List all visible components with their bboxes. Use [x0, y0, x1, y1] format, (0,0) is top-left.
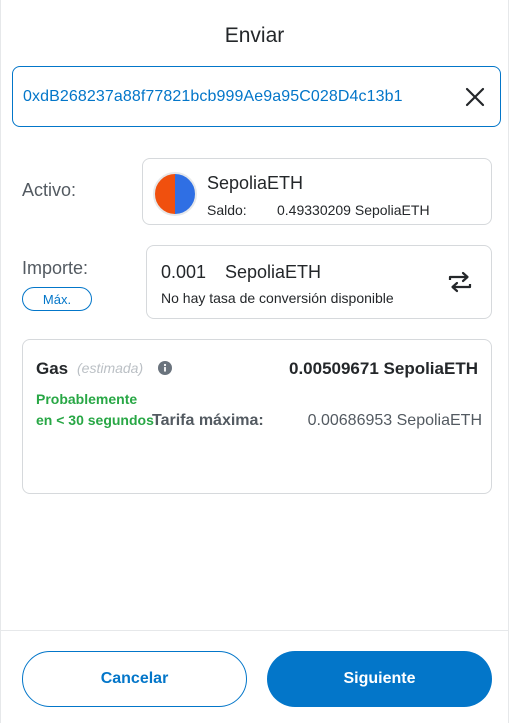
amount-unit: SepoliaETH: [225, 262, 322, 282]
asset-selector[interactable]: SepoliaETH Saldo: 0.49330209 SepoliaETH: [142, 158, 492, 225]
balance-label: Saldo:: [207, 202, 247, 218]
asset-name: SepoliaETH: [207, 173, 304, 193]
balance-value: 0.49330209 SepoliaETH: [277, 202, 430, 218]
footer-divider: [0, 630, 509, 631]
max-fee-label: Tarifa máxima:: [152, 412, 264, 429]
cancel-button[interactable]: Cancelar: [22, 651, 247, 707]
page-title: Enviar: [224, 24, 285, 47]
gas-value: 0.00509671 SepoliaETH: [288, 359, 478, 378]
swap-arrows-icon[interactable]: [447, 270, 473, 294]
gas-time-estimate: Probablemente en < 30 segundos: [36, 391, 154, 428]
gas-label: Gas: [36, 359, 69, 378]
amount-label: Importe:: [22, 258, 89, 278]
recipient-address[interactable]: 0xdB268237a88f77821bcb999Ae9a95C028D4c13…: [23, 88, 403, 106]
info-icon[interactable]: [158, 361, 172, 375]
max-button[interactable]: Máx.: [22, 287, 92, 311]
amount-input-box[interactable]: 0.001 SepoliaETH No hay tasa de conversi…: [146, 245, 492, 319]
max-fee-value: 0.00686953 SepoliaETH: [307, 412, 482, 429]
close-icon[interactable]: [462, 84, 488, 110]
gas-fee-panel: Gas (estimada) 0.00509671 SepoliaETH Pro…: [22, 339, 492, 494]
amount-value[interactable]: 0.001: [161, 262, 206, 283]
recipient-address-field[interactable]: 0xdB268237a88f77821bcb999Ae9a95C028D4c13…: [12, 66, 501, 127]
next-button[interactable]: Siguiente: [267, 651, 492, 707]
gas-estimated-label: (estimada): [77, 360, 144, 376]
conversion-rate-text: No hay tasa de conversión disponible: [161, 290, 394, 306]
sepolia-token-icon: [153, 172, 197, 216]
asset-label: Activo:: [22, 180, 77, 200]
